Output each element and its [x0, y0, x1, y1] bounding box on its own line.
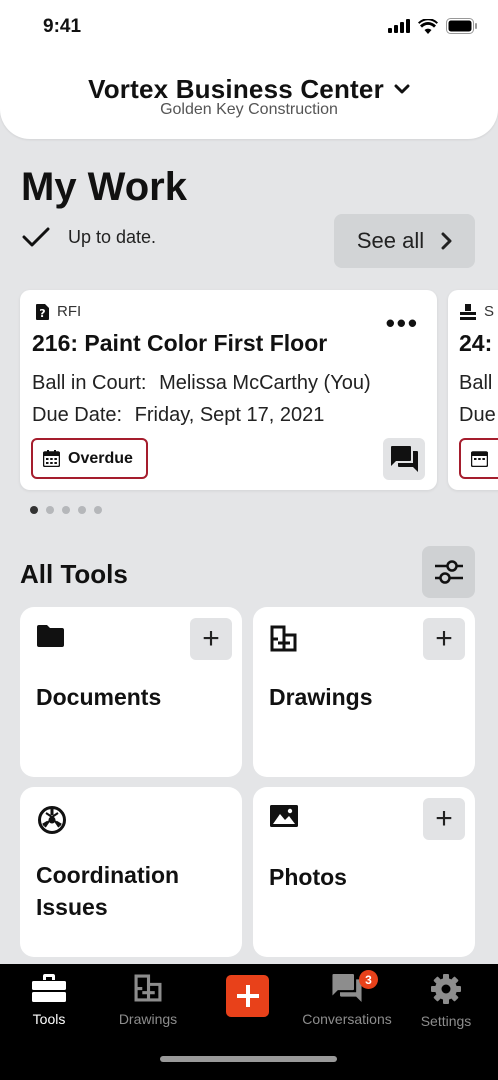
drawings-icon	[270, 625, 297, 657]
checkmark-icon	[22, 227, 50, 247]
calendar-icon	[43, 450, 60, 467]
sliders-icon	[434, 560, 463, 584]
tab-label: Settings	[420, 1013, 472, 1029]
due-date-label: Due Date:	[32, 404, 123, 426]
tab-conversations[interactable]: Conversations	[297, 974, 397, 1027]
chat-icon	[332, 974, 362, 1002]
drawings-icon	[134, 974, 162, 1002]
tab-label: Conversations	[302, 1011, 392, 1027]
rfi-icon: ?	[36, 303, 49, 320]
tool-photos[interactable]: + Photos	[253, 787, 475, 957]
calendar-icon	[471, 451, 488, 467]
tool-drawings[interactable]: + Drawings	[253, 607, 475, 777]
coordination-icon	[37, 805, 67, 840]
svg-text:?: ?	[39, 307, 45, 320]
comment-button[interactable]	[383, 438, 425, 480]
tool-name: Photos	[269, 864, 347, 890]
see-all-label: See all	[356, 228, 425, 253]
company-name: Golden Key Construction	[160, 101, 338, 118]
next-card-title: 24:	[459, 330, 493, 356]
ball-in-court-label: Ball in Court:	[32, 372, 147, 394]
gear-icon	[431, 974, 461, 1004]
submittal-icon	[460, 303, 476, 320]
tab-label: Drawings	[118, 1011, 178, 1027]
card-title: 216: Paint Color First Floor	[32, 330, 328, 356]
rfi-card[interactable]: ? RFI ••• 216: Paint Color First Floor B…	[20, 290, 437, 490]
next-card-line1: Ball	[459, 372, 493, 394]
pager-dot[interactable]	[94, 506, 102, 514]
pager-dot[interactable]	[46, 506, 54, 514]
folder-icon	[37, 625, 64, 652]
project-header: 9:41 Vortex Business Center Golden Key C…	[0, 0, 498, 139]
chevron-down-icon	[394, 70, 410, 101]
due-date-row: Due Date: Friday, Sept 17, 2021	[32, 404, 324, 427]
pager-dot[interactable]	[78, 506, 86, 514]
overdue-label: Overdue	[68, 449, 133, 467]
tool-documents[interactable]: + Documents	[20, 607, 242, 777]
conversations-badge: 3	[359, 970, 378, 989]
next-card-line2: Due	[459, 404, 496, 426]
tab-tools[interactable]: Tools	[0, 974, 99, 1027]
all-tools-title: All Tools	[20, 559, 128, 589]
next-card-type-label: S	[484, 303, 495, 320]
card-type: ? RFI	[36, 303, 81, 320]
add-photo-button[interactable]: +	[423, 798, 465, 840]
tool-name-line2: Issues	[36, 894, 108, 920]
carousel-pager[interactable]	[30, 506, 102, 514]
tab-label: Tools	[32, 1011, 66, 1027]
tab-settings[interactable]: Settings	[396, 974, 496, 1029]
status-time: 9:41	[43, 16, 82, 37]
add-document-button[interactable]: +	[190, 618, 232, 660]
next-work-card[interactable]: S 24: Ball Due	[448, 290, 498, 490]
tool-name-line1: Coordination	[36, 862, 180, 888]
home-indicator	[160, 1056, 337, 1062]
wifi-icon	[418, 18, 438, 34]
overdue-badge: Overdue	[31, 438, 148, 479]
sync-status: Up to date.	[22, 226, 156, 248]
add-drawing-button[interactable]: +	[423, 618, 465, 660]
photo-icon	[270, 805, 298, 832]
tool-name: Drawings	[269, 684, 373, 710]
due-date-value: Friday, Sept 17, 2021	[134, 404, 325, 426]
see-all-button[interactable]: See all	[334, 214, 475, 268]
toolbox-icon	[32, 974, 66, 1002]
battery-icon	[446, 18, 477, 34]
card-type-label: RFI	[57, 303, 82, 320]
sync-status-text: Up to date.	[68, 226, 157, 247]
pager-dot[interactable]	[62, 506, 70, 514]
tool-coordination-issues[interactable]: Coordination Issues	[20, 787, 242, 957]
ball-in-court-row: Ball in Court: Melissa McCarthy (You)	[32, 372, 371, 395]
tool-name: Coordination Issues	[36, 859, 179, 923]
my-work-title: My Work	[21, 165, 187, 209]
tools-filter-button[interactable]	[422, 546, 475, 598]
project-name: Vortex Business Center	[88, 74, 384, 104]
next-card-badge	[459, 438, 498, 479]
chat-icon	[390, 446, 418, 472]
tab-drawings[interactable]: Drawings	[98, 974, 198, 1027]
status-icons	[388, 18, 478, 34]
pager-dot[interactable]	[30, 506, 38, 514]
tool-name: Documents	[36, 684, 162, 710]
plus-icon	[236, 985, 259, 1007]
project-selector[interactable]: Vortex Business Center	[0, 70, 498, 105]
ball-in-court-value: Melissa McCarthy (You)	[159, 372, 371, 394]
chevron-right-icon	[441, 232, 452, 250]
next-card-type: S	[460, 303, 494, 320]
more-options-icon[interactable]: •••	[386, 310, 419, 336]
create-button[interactable]	[226, 975, 269, 1017]
signal-icon	[388, 19, 410, 33]
